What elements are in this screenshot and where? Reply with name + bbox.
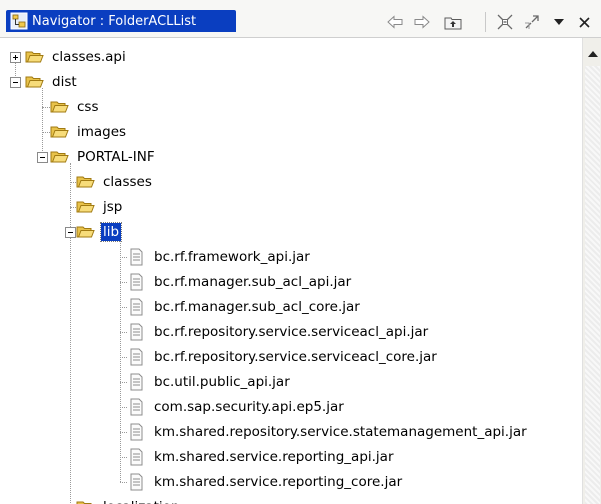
tree-item-label: dist [52,74,77,90]
tree-folder-item[interactable]: classes [0,170,582,195]
tree-folder-item[interactable]: css [0,95,582,120]
folder-icon [25,51,44,63]
tree-item-label: km.shared.service.reporting_api.jar [154,449,394,465]
tree-item-label: classes [103,174,152,190]
tree-item-label: classes.api [52,49,126,65]
jar-file-icon [130,248,143,266]
forward-button[interactable] [412,12,432,32]
link-with-editor-icon [525,15,539,29]
tree-item-label: km.shared.service.reporting_core.jar [154,474,403,490]
folder-icon [50,101,69,113]
tree-item-label: bc.rf.manager.sub_acl_api.jar [154,274,352,290]
tree-file-item[interactable]: bc.rf.manager.sub_acl_api.jar [0,270,582,295]
tree-file-item[interactable]: bc.rf.manager.sub_acl_core.jar [0,295,582,320]
view-menu-button[interactable] [549,12,569,32]
tree-file-item[interactable]: com.sap.security.api.ep5.jar [0,395,582,420]
folder-icon [76,176,95,188]
jar-file-icon [130,373,143,391]
jar-file-icon [130,323,143,341]
toolbar-separator [485,12,486,32]
jar-file-icon [130,298,143,316]
tree-file-item[interactable]: bc.rf.repository.service.serviceacl_core… [0,345,582,370]
jar-file-icon [130,473,143,491]
tree-item-label: images [77,124,127,140]
folder-icon [50,151,69,163]
scroll-track[interactable] [585,66,600,504]
up-folder-icon [444,17,462,30]
tree-folder-item[interactable]: classes.api [0,45,582,70]
tree-item-label: bc.rf.manager.sub_acl_core.jar [154,299,360,315]
tree-folder-item[interactable]: PORTAL-INF [0,145,582,170]
tree-file-item[interactable]: km.shared.service.reporting_api.jar [0,445,582,470]
back-button[interactable] [385,12,405,32]
tree-file-item[interactable]: bc.rf.repository.service.serviceacl_api.… [0,320,582,345]
tree-item-label: com.sap.security.api.ep5.jar [154,399,344,415]
close-view-button[interactable] [574,12,594,32]
scroll-up-button[interactable] [584,45,601,62]
tree-folder-item[interactable]: localization [0,495,582,504]
collapse-toggle[interactable] [65,227,76,238]
tree-item-label: localization [101,498,181,504]
tree-item-label: PORTAL-INF [77,149,155,165]
tree-item-label: km.shared.repository.service.statemanage… [154,424,527,440]
tree-file-item[interactable]: km.shared.service.reporting_core.jar [0,470,582,495]
vertical-scrollbar[interactable] [582,38,601,504]
tree-file-item[interactable]: bc.rf.framework_api.jar [0,245,582,270]
scroll-up-arrow-icon [587,50,598,57]
jar-file-icon [130,273,143,291]
jar-file-icon [130,398,143,416]
close-icon [578,16,590,28]
tree-folder-item[interactable]: jsp [0,195,582,220]
jar-file-icon [130,448,143,466]
jar-file-icon [130,348,143,366]
view-title-bar: Navigator : FolderACLList [0,0,601,38]
collapse-toggle[interactable] [10,77,21,88]
tree-file-item[interactable]: bc.util.public_api.jar [0,370,582,395]
tree-folder-item[interactable]: images [0,120,582,145]
folder-icon [76,201,95,213]
back-arrow-icon [387,15,403,29]
tree-item-label: lib [99,222,123,242]
folder-icon [76,501,92,504]
tree-item-label: bc.util.public_api.jar [154,374,290,390]
tree-item-label: bc.rf.framework_api.jar [154,249,310,265]
folder-icon [76,226,95,238]
tree-folder-item[interactable]: lib [0,220,582,245]
tree-item-label: bc.rf.repository.service.serviceacl_api.… [154,324,429,340]
expand-toggle[interactable] [10,52,21,63]
jar-file-icon [130,423,143,441]
navigator-icon [10,12,28,30]
view-title: Navigator : FolderACLList [32,13,197,29]
collapse-all-button[interactable] [495,12,515,32]
collapse-all-icon [497,14,513,30]
link-with-editor-button[interactable] [522,12,542,32]
folder-icon [50,126,69,138]
navigator-tree[interactable]: classes.api dist css images PORTAL-INF classe… [0,38,582,504]
collapse-toggle[interactable] [37,152,48,163]
folder-icon [25,76,44,88]
go-up-button[interactable] [443,12,463,32]
tree-folder-item[interactable]: dist [0,70,582,95]
forward-arrow-icon [414,15,430,29]
tree-item-label: jsp [103,199,123,215]
view-menu-icon [554,19,564,25]
navigator-view-tab[interactable]: Navigator : FolderACLList [6,10,236,32]
tree-item-label: css [77,99,99,115]
tree-item-label: bc.rf.repository.service.serviceacl_core… [154,349,437,365]
tree-file-item[interactable]: km.shared.repository.service.statemanage… [0,420,582,445]
